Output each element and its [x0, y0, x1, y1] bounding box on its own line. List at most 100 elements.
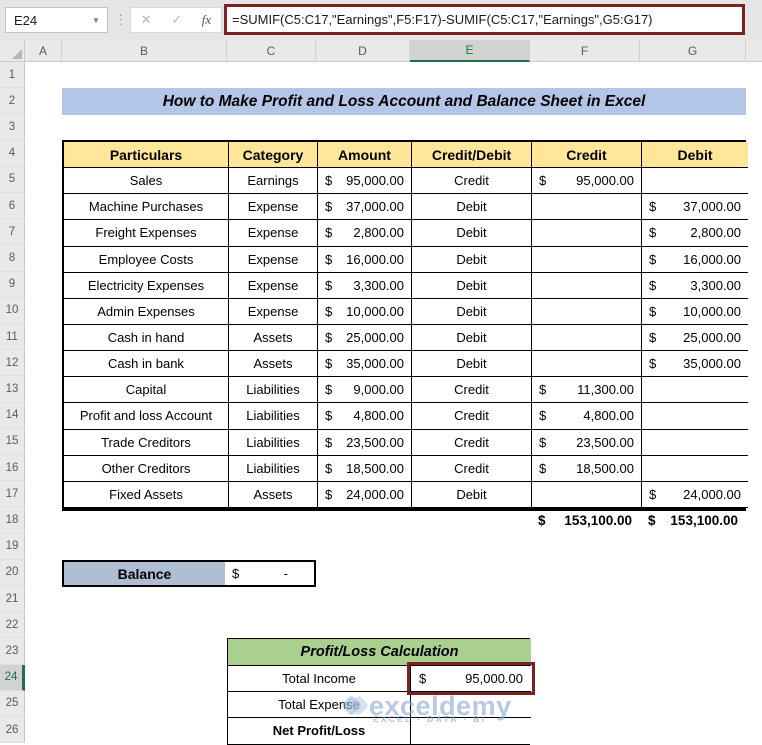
cell-debit[interactable] [642, 168, 748, 194]
cell-amount[interactable]: $2,800.00 [318, 220, 412, 246]
cell-amount[interactable]: $10,000.00 [318, 299, 412, 325]
cell-category[interactable]: Expense [229, 220, 318, 246]
cell-particulars[interactable]: Electricity Expenses [64, 273, 229, 299]
formula-bar[interactable]: =SUMIF(C5:C17,"Earnings",F5:F17)-SUMIF(C… [224, 4, 745, 35]
row-header-19[interactable]: 19 [0, 534, 25, 560]
cell-credit-debit[interactable]: Debit [412, 247, 532, 273]
sheet-title-cell[interactable]: How to Make Profit and Loss Account and … [62, 88, 746, 115]
profit-loss-title-cell[interactable]: Profit/Loss Calculation [228, 639, 531, 666]
cell-credit[interactable] [532, 299, 642, 325]
cell-credit-debit[interactable]: Credit [412, 168, 532, 194]
cell-amount[interactable]: $4,800.00 [318, 403, 412, 429]
row-header-1[interactable]: 1 [0, 62, 25, 88]
cell-credit-debit[interactable]: Debit [412, 194, 532, 220]
cell-debit[interactable]: $37,000.00 [642, 194, 748, 220]
row-header-10[interactable]: 10 [0, 298, 25, 324]
cell-amount[interactable]: $16,000.00 [318, 247, 412, 273]
enter-icon[interactable]: ✓ [171, 12, 182, 28]
column-header-B[interactable]: B [62, 40, 227, 62]
column-header-A[interactable]: A [25, 40, 62, 62]
row-header-3[interactable]: 3 [0, 114, 25, 140]
pl-value-cell[interactable] [411, 718, 531, 744]
cancel-icon[interactable]: ✕ [141, 12, 152, 28]
cell-amount[interactable]: $95,000.00 [318, 168, 412, 194]
cell-particulars[interactable]: Employee Costs [64, 247, 229, 273]
column-header-G[interactable]: G [640, 40, 746, 62]
column-header-F[interactable]: F [530, 40, 640, 62]
cell-credit-debit[interactable]: Credit [412, 403, 532, 429]
column-header-C[interactable]: C [227, 40, 316, 62]
row-header-21[interactable]: 21 [0, 586, 25, 612]
cell-particulars[interactable]: Fixed Assets [64, 482, 229, 508]
select-all-corner[interactable] [0, 40, 25, 62]
selected-cell-E24[interactable]: $95,000.00 [411, 666, 531, 692]
cell-debit[interactable]: $10,000.00 [642, 299, 748, 325]
row-header-16[interactable]: 16 [0, 455, 25, 481]
cell-credit[interactable] [532, 351, 642, 377]
cell-debit[interactable]: $3,300.00 [642, 273, 748, 299]
row-header-25[interactable]: 25 [0, 691, 25, 717]
column-header-E[interactable]: E [410, 40, 530, 62]
cell-credit[interactable] [532, 220, 642, 246]
table-header-debit[interactable]: Debit [642, 142, 748, 168]
row-header-5[interactable]: 5 [0, 167, 25, 193]
row-header-14[interactable]: 14 [0, 403, 25, 429]
cell-amount[interactable]: $9,000.00 [318, 377, 412, 403]
row-header-2[interactable]: 2 [0, 88, 25, 114]
name-box[interactable]: E24 ▼ [5, 7, 108, 33]
column-header-D[interactable]: D [316, 40, 410, 62]
cell-particulars[interactable]: Cash in hand [64, 325, 229, 351]
row-header-26[interactable]: 26 [0, 717, 25, 743]
cell-debit[interactable] [642, 456, 748, 482]
cell-credit-debit[interactable]: Debit [412, 273, 532, 299]
cell-debit[interactable] [642, 403, 748, 429]
cell-credit[interactable] [532, 194, 642, 220]
row-header-12[interactable]: 12 [0, 350, 25, 376]
cell-credit-debit[interactable]: Debit [412, 351, 532, 377]
row-header-18[interactable]: 18 [0, 507, 25, 533]
cell-particulars[interactable]: Other Creditors [64, 456, 229, 482]
cell-particulars[interactable]: Freight Expenses [64, 220, 229, 246]
cell-credit-debit[interactable]: Debit [412, 299, 532, 325]
cell-category[interactable]: Assets [229, 482, 318, 508]
cell-credit-debit[interactable]: Credit [412, 456, 532, 482]
pl-label-cell[interactable]: Net Profit/Loss [228, 718, 411, 744]
cell-debit[interactable]: $25,000.00 [642, 325, 748, 351]
cell-amount[interactable]: $18,500.00 [318, 456, 412, 482]
cell-category[interactable]: Expense [229, 194, 318, 220]
cell-category[interactable]: Expense [229, 247, 318, 273]
row-header-7[interactable]: 7 [0, 219, 25, 245]
cell-credit-debit[interactable]: Credit [412, 430, 532, 456]
cell-particulars[interactable]: Profit and loss Account [64, 403, 229, 429]
table-header-credit[interactable]: Credit [532, 142, 642, 168]
row-header-6[interactable]: 6 [0, 193, 25, 219]
insert-function-icon[interactable]: fx [202, 12, 211, 28]
cell-credit[interactable]: $11,300.00 [532, 377, 642, 403]
table-header-particulars[interactable]: Particulars [64, 142, 229, 168]
name-box-dropdown-icon[interactable]: ▼ [85, 16, 107, 25]
row-header-23[interactable]: 23 [0, 638, 25, 664]
row-header-20[interactable]: 20 [0, 560, 25, 586]
cell-category[interactable]: Liabilities [229, 456, 318, 482]
table-header-amount[interactable]: Amount [318, 142, 412, 168]
cell-particulars[interactable]: Admin Expenses [64, 299, 229, 325]
cell-credit[interactable]: $23,500.00 [532, 430, 642, 456]
cell-amount[interactable]: $3,300.00 [318, 273, 412, 299]
cell-credit-debit[interactable]: Debit [412, 220, 532, 246]
cell-particulars[interactable]: Sales [64, 168, 229, 194]
table-header-credit-debit[interactable]: Credit/Debit [412, 142, 532, 168]
row-header-22[interactable]: 22 [0, 612, 25, 638]
cell-debit[interactable]: $16,000.00 [642, 247, 748, 273]
total-debit-cell[interactable]: $ 153,100.00 [640, 507, 746, 533]
cell-category[interactable]: Expense [229, 273, 318, 299]
cell-credit[interactable]: $95,000.00 [532, 168, 642, 194]
row-header-4[interactable]: 4 [0, 141, 25, 167]
cell-debit[interactable] [642, 430, 748, 456]
cell-category[interactable]: Liabilities [229, 430, 318, 456]
cell-particulars[interactable]: Trade Creditors [64, 430, 229, 456]
cell-credit[interactable] [532, 247, 642, 273]
cell-amount[interactable]: $23,500.00 [318, 430, 412, 456]
pl-label-cell[interactable]: Total Expense [228, 692, 411, 718]
cell-debit[interactable]: $2,800.00 [642, 220, 748, 246]
row-header-9[interactable]: 9 [0, 272, 25, 298]
